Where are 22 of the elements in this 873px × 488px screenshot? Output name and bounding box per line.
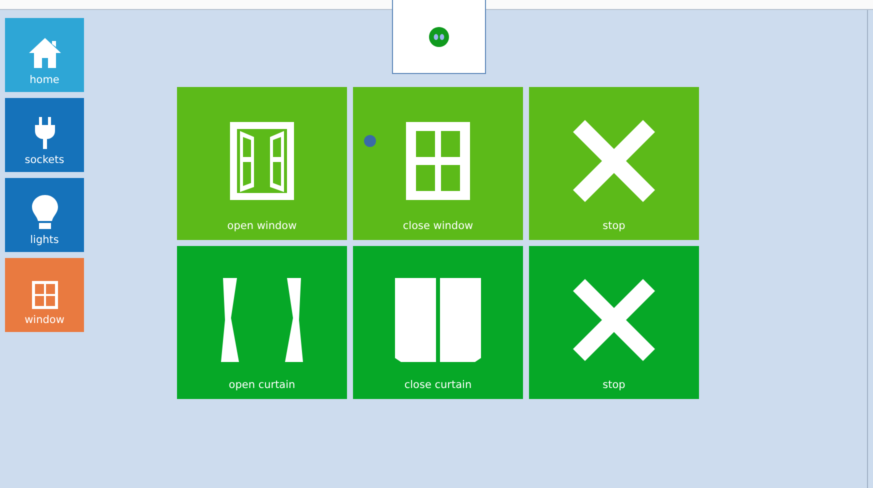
window-icon [32, 281, 58, 309]
closed-curtain-icon [395, 278, 481, 362]
open-curtain-icon [219, 278, 305, 362]
control-tile[interactable]: close curtain [353, 246, 523, 399]
window-icon [406, 122, 470, 200]
control-tile[interactable]: stop [529, 246, 699, 399]
close-icon [573, 278, 655, 360]
sidebar-item[interactable]: window [5, 258, 84, 332]
control-tile[interactable]: open curtain [177, 246, 347, 399]
open-window-icon [230, 122, 294, 200]
sidebar-item[interactable]: home [5, 18, 84, 92]
lightbulb-icon [32, 195, 58, 229]
control-tile[interactable]: close window [353, 87, 523, 240]
close-icon [573, 120, 655, 202]
control-tile[interactable]: stop [529, 87, 699, 240]
plug-icon [34, 117, 54, 149]
sidebar-item[interactable]: lights [5, 178, 84, 252]
house-icon [28, 37, 62, 69]
sidebar-item[interactable]: sockets [5, 98, 84, 172]
cursor-dot-icon [364, 135, 376, 147]
control-tile[interactable]: open window [177, 87, 347, 240]
eyes-icon [429, 26, 449, 46]
